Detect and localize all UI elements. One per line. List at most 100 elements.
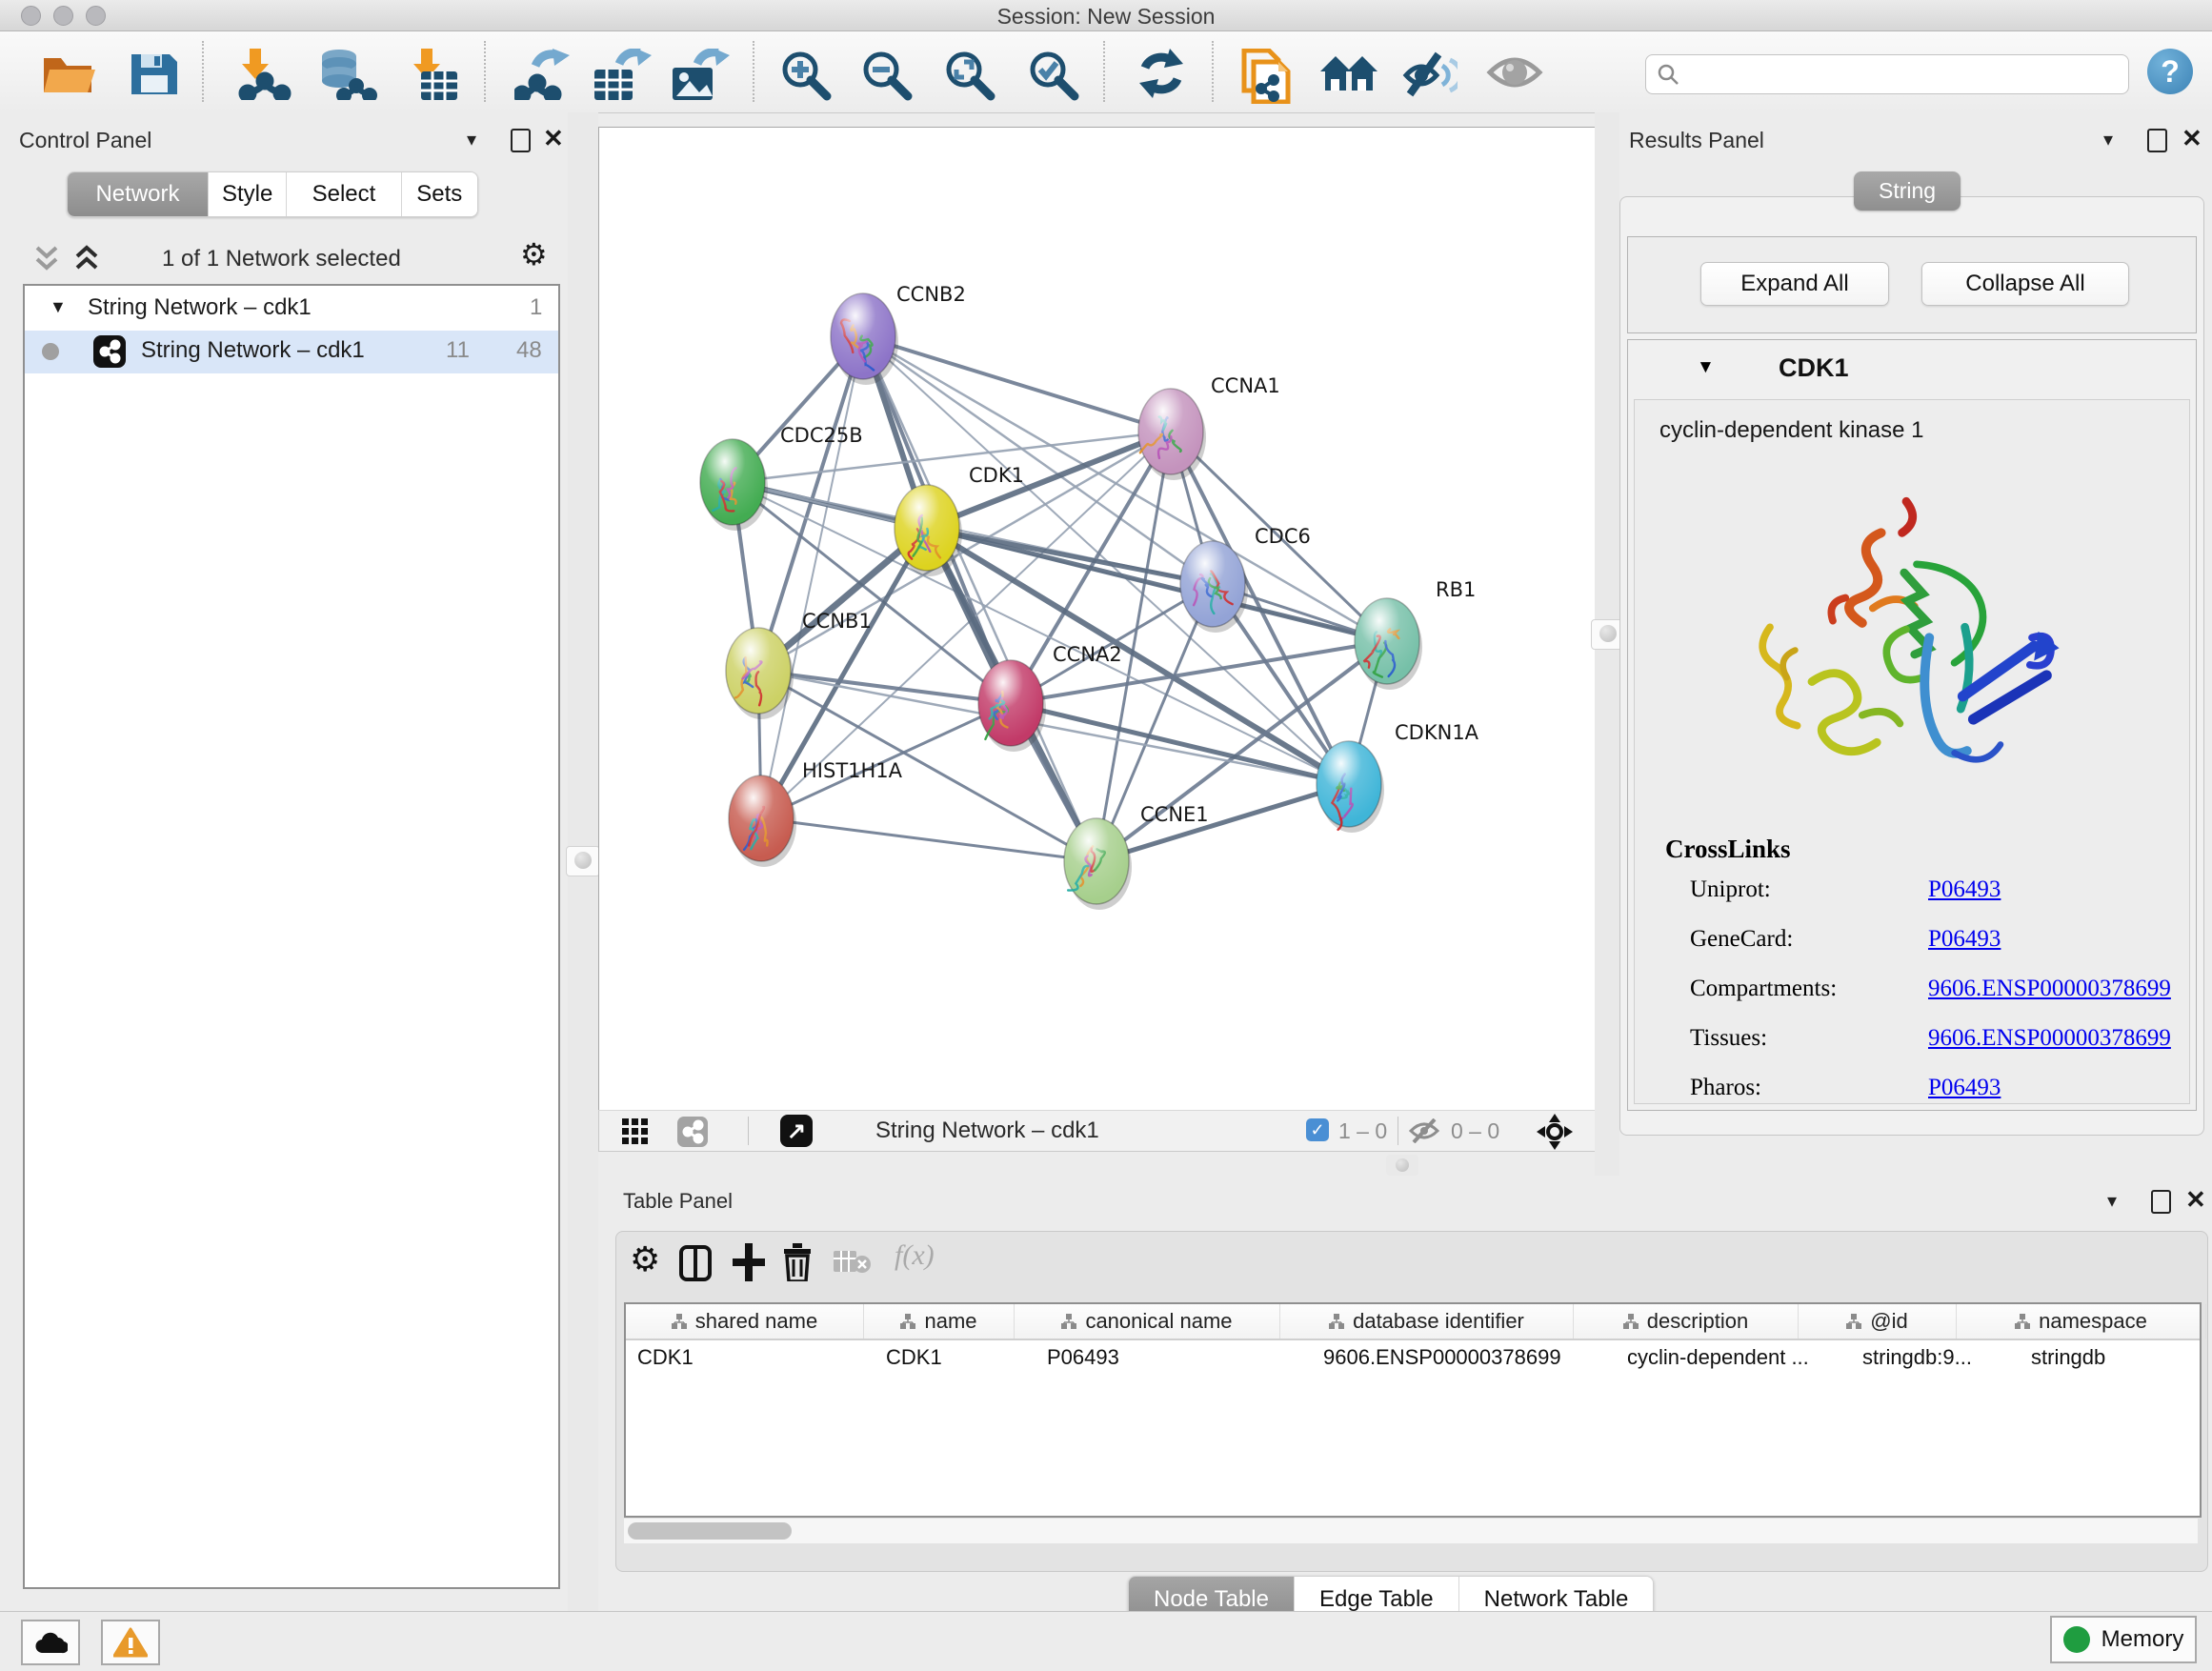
node-HIST1H1A[interactable]: HIST1H1A [729,759,903,867]
zoom-in-icon[interactable] [779,49,833,102]
edge-CCNB2-HIST1H1A[interactable] [761,336,863,818]
export-table-icon[interactable] [591,49,652,100]
table-panel-close-icon[interactable]: ✕ [2185,1185,2206,1215]
expand-all-networks-icon[interactable] [72,244,101,274]
delete-column-icon[interactable] [782,1243,813,1281]
memory-button[interactable]: Memory [2050,1616,2197,1663]
cloud-status-button[interactable] [21,1620,80,1665]
network-canvas[interactable]: CCNB2CCNA1CDC25BCDK1CDC6RB1CCNB1CCNA2HIS… [598,127,1597,1112]
expand-all-button[interactable]: Expand All [1700,262,1889,306]
table-panel-float-icon[interactable] [2151,1190,2171,1214]
column-type-icon [2015,1314,2030,1329]
search-input[interactable] [1680,61,2109,88]
import-network-file-icon[interactable] [236,49,292,100]
tree-expand-icon[interactable]: ▼ [50,297,67,317]
crosslink-value[interactable]: 9606.ENSP00000378699 [1928,1025,2171,1052]
refresh-icon[interactable] [1136,49,1187,100]
table-cell[interactable]: CDK1 [626,1340,875,1375]
zoom-selected-icon[interactable] [1027,49,1080,102]
open-session-icon[interactable] [42,49,95,96]
table-horizontal-scrollbar[interactable] [624,1518,2198,1543]
string-home-icon[interactable] [1318,49,1379,98]
crosslink-value[interactable]: P06493 [1928,926,2001,953]
eye-icon[interactable] [1486,49,1543,96]
table-panel-collapse-icon[interactable]: ▾ [2107,1189,2117,1213]
export-network-icon[interactable] [514,49,572,100]
tab-select[interactable]: Select [287,172,401,216]
column-header-database-identifier[interactable]: database identifier [1280,1304,1574,1339]
import-network-database-icon[interactable] [316,49,377,100]
column-header-namespace[interactable]: namespace [1957,1304,2206,1339]
results-panel-float-icon[interactable] [2147,129,2167,152]
crosslink-value[interactable]: P06493 [1928,1075,2001,1101]
network-collection-row[interactable]: ▼ String Network – cdk1 1 [25,288,558,331]
show-columns-icon[interactable] [679,1245,712,1281]
column-header-description[interactable]: description [1574,1304,1799,1339]
search-box[interactable] [1645,54,2129,94]
node-RB1[interactable]: RB1 [1355,578,1476,690]
import-table-file-icon[interactable] [404,49,459,100]
control-panel-collapse-icon[interactable]: ▾ [467,128,476,151]
node-CCNA1[interactable]: CCNA1 [1138,374,1280,480]
warning-status-button[interactable] [101,1620,160,1665]
table-cell[interactable]: CDK1 [875,1340,1036,1375]
tab-string[interactable]: String [1854,171,1961,211]
table-cell[interactable]: stringdb [2020,1340,2212,1375]
table-row[interactable]: CDK1CDK1P064939606.ENSP00000378699cyclin… [626,1340,2200,1375]
network-graph[interactable]: CCNB2CCNA1CDC25BCDK1CDC6RB1CCNB1CCNA2HIS… [599,128,1596,1111]
edge-CCNE1-CDKN1A[interactable] [1096,784,1349,861]
control-panel-close-icon[interactable]: ✕ [543,124,564,153]
network-edges[interactable] [733,336,1387,861]
results-panel-collapse-icon[interactable]: ▾ [2103,128,2113,151]
left-splitter[interactable] [568,112,598,1611]
collapse-all-button[interactable]: Collapse All [1921,262,2129,306]
control-panel-float-icon[interactable] [511,129,531,152]
column-header--id[interactable]: @id [1799,1304,1957,1339]
column-header-name[interactable]: name [864,1304,1015,1339]
table-cell[interactable]: P06493 [1036,1340,1312,1375]
edge-CCNA2-CDKN1A[interactable] [1011,703,1349,784]
table-cell[interactable]: stringdb:9... [1851,1340,2020,1375]
share-network-icon[interactable] [677,1117,708,1147]
zoom-out-icon[interactable] [860,49,914,102]
crosslink-value[interactable]: 9606.ENSP00000378699 [1928,976,2171,1002]
network-options-gear-icon[interactable]: ⚙ [520,236,548,272]
node-CDKN1A[interactable]: CDKN1A [1317,721,1479,833]
collapse-all-networks-icon[interactable] [32,244,61,274]
edge-CCNB2-CCNA1[interactable] [863,336,1171,432]
string-document-icon[interactable] [1240,49,1294,104]
hide-glass-icon[interactable] [1402,49,1458,100]
edge-HIST1H1A-CCNE1[interactable] [761,818,1096,861]
tab-network[interactable]: Network [68,172,209,216]
left-splitter-handle[interactable] [566,846,600,876]
detach-view-icon[interactable]: ↗ [780,1115,813,1147]
expand-collapse-bar: Expand All Collapse All [1627,236,2197,333]
selected-checkbox-icon[interactable]: ✓ [1306,1118,1329,1141]
add-column-icon[interactable] [733,1243,765,1281]
zoom-fit-icon[interactable] [943,49,996,102]
table-gear-icon[interactable]: ⚙ [630,1239,660,1279]
tab-sets[interactable]: Sets [402,172,477,216]
edge-CCNB2-CCNE1[interactable] [863,336,1096,861]
edge-CCNB1-CCNA2[interactable] [758,671,1011,703]
fit-crosshair-icon[interactable] [1537,1114,1573,1150]
node-table[interactable]: shared namenamecanonical namedatabase id… [624,1302,2202,1518]
table-cell[interactable]: 9606.ENSP00000378699 [1312,1340,1616,1375]
tab-style[interactable]: Style [209,172,287,216]
network-row-selected[interactable]: String Network – cdk1 11 48 [25,331,558,373]
help-button[interactable]: ? [2147,49,2193,94]
scrollbar-thumb[interactable] [628,1522,792,1540]
birds-eye-grid-icon[interactable] [622,1118,649,1145]
column-header-canonical-name[interactable]: canonical name [1015,1304,1280,1339]
table-cell[interactable]: cyclin-dependent ... [1616,1340,1851,1375]
crosslink-value[interactable]: P06493 [1928,876,2001,903]
gene-collapse-icon[interactable]: ▼ [1697,357,1715,378]
export-image-icon[interactable] [669,49,730,100]
node-label-CCNA2: CCNA2 [1053,643,1122,666]
results-panel-close-icon[interactable]: ✕ [2182,124,2202,153]
bottom-splitter-handle[interactable] [1386,1155,1418,1176]
column-header-shared-name[interactable]: shared name [626,1304,864,1339]
hidden-eye-slash-icon[interactable] [1409,1118,1441,1143]
save-session-icon[interactable] [130,49,179,96]
node-CCNE1[interactable]: CCNE1 [1064,803,1209,910]
